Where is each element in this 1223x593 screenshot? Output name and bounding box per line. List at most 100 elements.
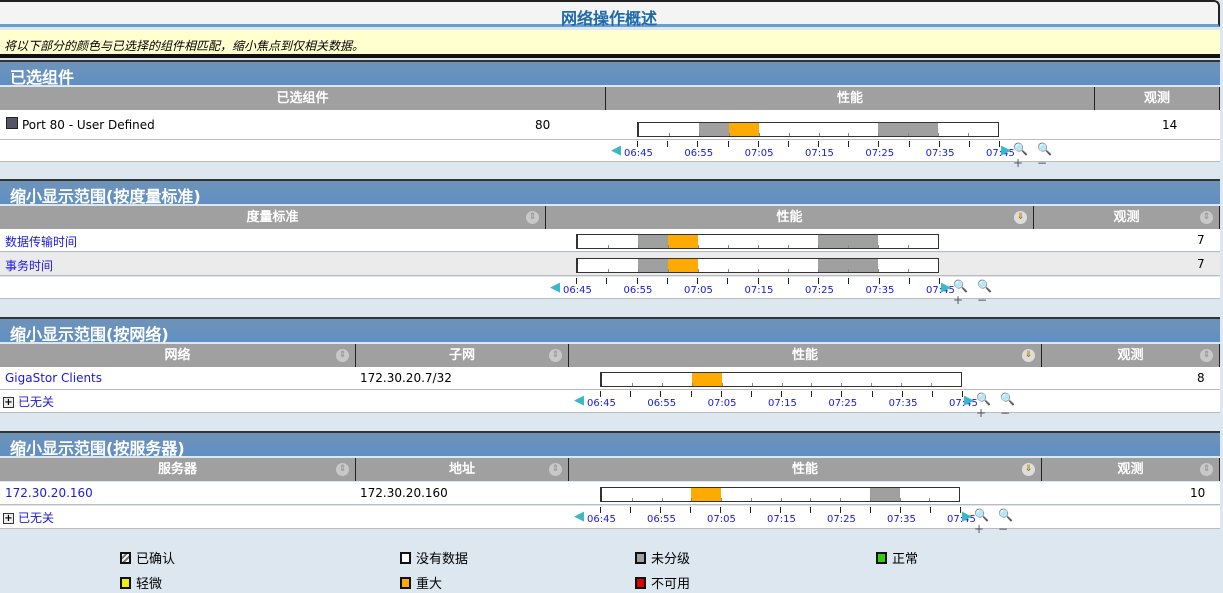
timeline-segment-nodata[interactable] <box>901 373 932 386</box>
timeline-segment-nodata[interactable] <box>908 235 938 248</box>
sort-desc-icon[interactable]: ⇓ <box>1022 463 1035 476</box>
timeline-segment-major[interactable] <box>668 235 698 248</box>
timeline-segment-nodata[interactable] <box>751 373 782 386</box>
timeline-segment-nodata[interactable] <box>938 123 969 136</box>
timeline-segment-nodata[interactable] <box>758 123 789 136</box>
timeline-segment-unclassified[interactable] <box>698 123 729 136</box>
timeline-segment-nodata[interactable] <box>908 259 938 272</box>
timeline-segment-nodata[interactable] <box>698 235 728 248</box>
timeline-segment-nodata[interactable] <box>788 123 819 136</box>
scroll-right-icon[interactable]: ▶ <box>941 280 951 295</box>
irrelevant-label[interactable]: 已无关 <box>18 511 54 525</box>
performance-bar[interactable] <box>637 122 999 137</box>
scroll-right-icon[interactable]: ▶ <box>962 509 972 524</box>
timeline-segment-unclassified[interactable] <box>818 259 848 272</box>
timeline-segment-nodata[interactable] <box>899 488 930 501</box>
scroll-left-icon[interactable]: ◀ <box>574 393 584 408</box>
sort-icon[interactable]: ⇕ <box>1200 349 1213 362</box>
timeline-segment-nodata[interactable] <box>578 235 608 248</box>
timeline-segment-nodata[interactable] <box>578 259 608 272</box>
sort-icon[interactable]: ⇕ <box>336 349 349 362</box>
timeline-segment-unclassified[interactable] <box>908 123 939 136</box>
timeline-segment-nodata[interactable] <box>788 259 818 272</box>
performance-bar[interactable] <box>576 258 939 273</box>
timeline-segment-major[interactable] <box>691 373 722 386</box>
sort-desc-icon[interactable]: ⇓ <box>1022 349 1035 362</box>
timeline-segment-nodata[interactable] <box>968 123 998 136</box>
timeline-segment-nodata[interactable] <box>758 259 788 272</box>
timeline-segment-nodata[interactable] <box>728 259 758 272</box>
timeline-segment-unclassified[interactable] <box>848 259 878 272</box>
sort-icon[interactable]: ⇕ <box>1200 211 1213 224</box>
sort-icon[interactable]: ⇕ <box>549 463 562 476</box>
timeline-segment-nodata[interactable] <box>848 123 879 136</box>
timeline-segment-nodata[interactable] <box>780 488 811 501</box>
timeline-segment-nodata[interactable] <box>878 235 908 248</box>
timeline-segment-nodata[interactable] <box>661 488 692 501</box>
timeline-segment-nodata[interactable] <box>788 235 818 248</box>
timeline-segment-unclassified[interactable] <box>848 235 878 248</box>
timeline-segment-nodata[interactable] <box>878 259 908 272</box>
col-header-address[interactable]: 地址 ⇕ <box>356 458 569 481</box>
metric-link[interactable]: 事务时间 <box>5 257 53 274</box>
zoom-in-icon[interactable]: 🔍+ <box>974 508 989 536</box>
scroll-left-icon[interactable]: ◀ <box>550 280 560 295</box>
scroll-left-icon[interactable]: ◀ <box>611 143 621 158</box>
expand-icon[interactable]: + <box>3 397 14 408</box>
expand-icon[interactable]: + <box>3 513 14 524</box>
sort-desc-icon[interactable]: ⇓ <box>1014 211 1027 224</box>
timeline-segment-nodata[interactable] <box>841 373 872 386</box>
timeline-segment-nodata[interactable] <box>810 488 840 501</box>
timeline-segment-unclassified[interactable] <box>878 123 909 136</box>
zoom-in-icon[interactable]: 🔍+ <box>976 392 991 420</box>
col-header-performance[interactable]: 性能 ⇓ <box>569 458 1042 481</box>
col-header-performance[interactable]: 性能 <box>606 87 1095 110</box>
sort-icon[interactable]: ⇕ <box>1200 463 1213 476</box>
zoom-out-icon[interactable]: 🔍− <box>1037 142 1052 170</box>
timeline-segment-unclassified[interactable] <box>638 259 668 272</box>
timeline-segment-major[interactable] <box>691 488 721 501</box>
performance-bar[interactable] <box>600 372 962 387</box>
timeline-segment-nodata[interactable] <box>602 373 632 386</box>
network-link[interactable]: GigaStor Clients <box>5 371 102 385</box>
timeline-segment-nodata[interactable] <box>631 373 662 386</box>
timeline-segment-nodata[interactable] <box>728 235 758 248</box>
col-header-observations[interactable]: 观测 ⇕ <box>1042 344 1220 367</box>
timeline-segment-nodata[interactable] <box>781 373 812 386</box>
server-link[interactable]: 172.30.20.160 <box>5 486 93 500</box>
col-header-server[interactable]: 服务器 ⇕ <box>0 458 356 481</box>
col-header-performance[interactable]: 性能 ⇓ <box>569 344 1042 367</box>
timeline-segment-unclassified[interactable] <box>869 488 900 501</box>
timeline-segment-nodata[interactable] <box>758 235 788 248</box>
timeline-segment-nodata[interactable] <box>608 259 638 272</box>
timeline-segment-unclassified[interactable] <box>818 235 848 248</box>
timeline-segment-major[interactable] <box>668 259 698 272</box>
performance-bar[interactable] <box>576 234 939 249</box>
zoom-out-icon[interactable]: 🔍− <box>977 279 992 307</box>
irrelevant-toggle[interactable]: + 已无关 <box>3 393 54 410</box>
sort-icon[interactable]: ⇕ <box>526 211 539 224</box>
zoom-in-icon[interactable]: 🔍+ <box>953 279 968 307</box>
performance-bar[interactable] <box>600 487 960 502</box>
col-header-observations[interactable]: 观测 ⇕ <box>1034 206 1220 229</box>
col-header-performance[interactable]: 性能 ⇓ <box>546 206 1034 229</box>
col-header-observations[interactable]: 观测 <box>1095 87 1220 110</box>
sort-icon[interactable]: ⇕ <box>549 349 562 362</box>
col-header-subnet[interactable]: 子网 ⇕ <box>356 344 569 367</box>
col-header-component[interactable]: 已选组件 <box>0 87 606 110</box>
timeline-segment-nodata[interactable] <box>602 488 632 501</box>
irrelevant-toggle[interactable]: + 已无关 <box>3 509 54 526</box>
timeline-segment-nodata[interactable] <box>639 123 669 136</box>
timeline-segment-nodata[interactable] <box>931 373 961 386</box>
zoom-in-icon[interactable]: 🔍+ <box>1013 142 1028 170</box>
timeline-segment-unclassified[interactable] <box>638 235 668 248</box>
scroll-right-icon[interactable]: ▶ <box>1001 143 1011 158</box>
timeline-segment-nodata[interactable] <box>929 488 959 501</box>
metric-link[interactable]: 数据传输时间 <box>5 233 77 250</box>
sort-icon[interactable]: ⇕ <box>336 463 349 476</box>
col-header-observations[interactable]: 观测 ⇕ <box>1042 458 1220 481</box>
timeline-segment-nodata[interactable] <box>721 488 751 501</box>
col-header-metric[interactable]: 度量标准 ⇕ <box>0 206 546 229</box>
timeline-segment-nodata[interactable] <box>750 488 781 501</box>
timeline-segment-nodata[interactable] <box>608 235 638 248</box>
